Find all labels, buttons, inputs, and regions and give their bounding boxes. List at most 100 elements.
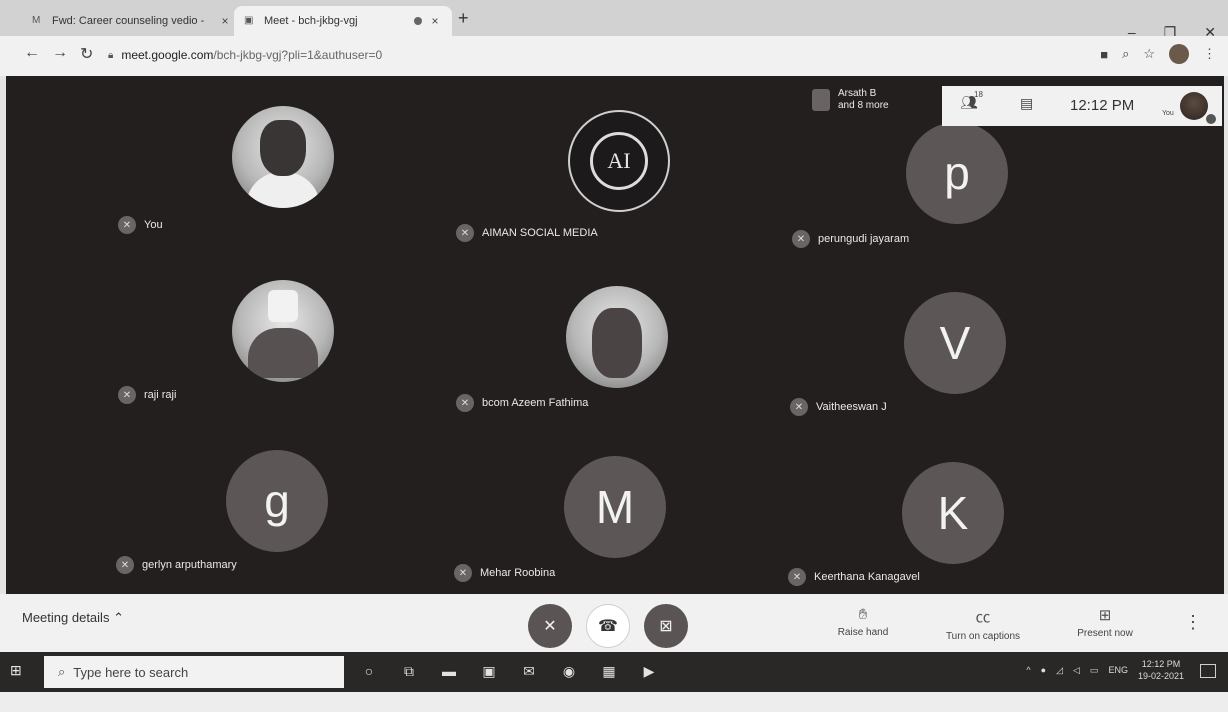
store-icon[interactable]: ▣ bbox=[478, 660, 500, 682]
mic-off-icon: ✕ bbox=[454, 564, 472, 582]
present-icon: ⊞ bbox=[1098, 607, 1112, 624]
participant-tile[interactable]: ✕ bcom Azeem Fathima bbox=[412, 248, 818, 420]
avatar: K bbox=[902, 462, 1004, 564]
tab-meet[interactable]: ▣ Meet - bch-jkbg-vgj × bbox=[234, 6, 452, 36]
participant-tile[interactable]: AI ✕ AIMAN SOCIAL MEDIA bbox=[412, 76, 818, 248]
close-icon[interactable]: × bbox=[428, 14, 442, 28]
profile-icon[interactable] bbox=[1169, 44, 1189, 64]
mic-off-icon: ✕ bbox=[456, 224, 474, 242]
taskbar-clock[interactable]: 12:12 PM 19-02-2021 bbox=[1138, 658, 1184, 682]
star-icon[interactable]: ☆ bbox=[1143, 46, 1155, 62]
microphone-icon[interactable]: ● bbox=[1041, 665, 1046, 675]
participant-name-row: ✕ gerlyn arputhamary bbox=[116, 556, 237, 574]
participant-name-row: ✕ raji raji bbox=[118, 386, 176, 404]
hand-icon: ✋︎ bbox=[858, 606, 868, 623]
meeting-grid: ✕ You AI ✕ AIMAN SOCIAL MEDIA p ✕ perung… bbox=[6, 76, 1224, 594]
mic-off-icon: ✕ bbox=[790, 398, 808, 416]
address-bar[interactable]: 🔒︎ meet.google.com /bch-jkbg-vgj?pli=1&a… bbox=[108, 43, 1088, 67]
chrome-icon[interactable]: ◉ bbox=[558, 660, 580, 682]
participant-name-row: ✕ bcom Azeem Fathima bbox=[456, 394, 588, 412]
present-now-button[interactable]: ⊞ Present now bbox=[1050, 606, 1160, 639]
windows-start-icon[interactable]: ⊞ bbox=[10, 662, 28, 680]
more-options-icon[interactable]: ⋮ bbox=[1184, 612, 1202, 633]
chat-button[interactable]: ▤ bbox=[1020, 95, 1033, 113]
participant-tile[interactable]: g ✕ gerlyn arputhamary bbox=[6, 420, 412, 592]
search-icon: ⌕ bbox=[58, 664, 66, 679]
search-placeholder: Type here to search bbox=[73, 664, 189, 680]
system-tray: ^ ● ◿ ◁ ▭ ENG 12:12 PM 19-02-2021 bbox=[1026, 658, 1184, 682]
close-icon[interactable]: × bbox=[218, 14, 232, 28]
battery-icon[interactable]: ▭ bbox=[1090, 665, 1099, 676]
participant-name-row: ✕ Vaitheeswan J bbox=[790, 398, 887, 416]
lock-icon: 🔒︎ bbox=[108, 49, 114, 61]
mail-icon[interactable]: ✉ bbox=[518, 660, 540, 682]
avatar: p bbox=[906, 122, 1008, 224]
participant-tile[interactable]: ✕ raji raji bbox=[6, 248, 412, 420]
participant-name: AIMAN SOCIAL MEDIA bbox=[482, 227, 598, 239]
microphone-toggle-button[interactable]: ✕ bbox=[528, 604, 572, 648]
meeting-details-button[interactable]: Meeting details ⌃ bbox=[22, 610, 124, 626]
chat-icon: ▤ bbox=[1020, 95, 1034, 111]
participant-name-row: ✕ Mehar Roobina bbox=[454, 564, 555, 582]
tab-title: Fwd: Career counseling vedio - bbox=[52, 15, 205, 27]
present-label: Present now bbox=[1077, 628, 1133, 639]
participant-name: Vaitheeswan J bbox=[816, 401, 887, 413]
language-indicator[interactable]: ENG bbox=[1108, 665, 1128, 675]
participant-tile[interactable]: ✕ You bbox=[6, 76, 412, 248]
captions-button[interactable]: ㏄ Turn on captions bbox=[928, 606, 1038, 642]
search-icon[interactable]: ⌕ bbox=[1122, 46, 1129, 62]
mic-off-icon: ✕ bbox=[116, 556, 134, 574]
participant-name-row: ✕ You bbox=[118, 216, 163, 234]
media-icon[interactable]: ▶ bbox=[638, 660, 660, 682]
more-participants[interactable]: Arsath B and 8 more bbox=[812, 88, 889, 112]
taskbar-apps: ○ ⧉ ▬ ▣ ✉ ◉ ▦ ▶ bbox=[358, 660, 660, 682]
tab-gmail[interactable]: M Fwd: Career counseling vedio - × bbox=[22, 6, 242, 36]
network-icon[interactable]: ◿ bbox=[1056, 665, 1063, 676]
participant-tile[interactable]: M ✕ Mehar Roobina bbox=[412, 420, 818, 592]
participant-name: raji raji bbox=[144, 389, 177, 401]
taskbar-search[interactable]: ⌕ Type here to search bbox=[44, 656, 344, 688]
mic-off-icon: ✕ bbox=[118, 216, 136, 234]
browser-toolbar: ← → ↻ 🔒︎ meet.google.com /bch-jkbg-vgj?p… bbox=[0, 36, 1228, 76]
camera-icon[interactable]: ■ bbox=[1100, 47, 1108, 62]
participant-name: bcom Azeem Fathima bbox=[482, 397, 589, 409]
back-icon[interactable]: ← bbox=[24, 44, 40, 62]
mic-off-icon: ✕ bbox=[788, 568, 806, 586]
task-view-icon[interactable]: ⧉ bbox=[398, 660, 420, 682]
cortana-icon[interactable]: ○ bbox=[358, 660, 380, 682]
notifications-icon[interactable] bbox=[1200, 664, 1216, 678]
meeting-header: 👥︎ 18 ▤ 12:12 PM You bbox=[942, 86, 1222, 126]
reload-icon[interactable]: ↻ bbox=[80, 44, 93, 64]
avatar bbox=[232, 106, 334, 208]
more-participant-name: Arsath B bbox=[838, 88, 877, 99]
participant-name: perungudi jayaram bbox=[818, 233, 910, 245]
college-logo-icon: AI bbox=[590, 132, 648, 190]
menu-icon[interactable]: ⋮ bbox=[1203, 46, 1216, 62]
hang-up-icon: ☎︎ bbox=[598, 618, 618, 635]
more-badge-icon bbox=[1206, 114, 1216, 124]
recording-icon bbox=[414, 17, 422, 25]
avatar: M bbox=[564, 456, 666, 558]
browser-tab-strip: M Fwd: Career counseling vedio - × ▣ Mee… bbox=[0, 0, 1228, 40]
captions-icon: ㏄ bbox=[975, 609, 991, 626]
volume-icon[interactable]: ◁ bbox=[1073, 665, 1080, 676]
avatar bbox=[566, 286, 668, 388]
file-explorer-icon[interactable]: ▬ bbox=[438, 660, 460, 682]
self-avatar[interactable] bbox=[1180, 92, 1208, 120]
screen: M Fwd: Career counseling vedio - × ▣ Mee… bbox=[0, 0, 1228, 712]
chevron-up-icon[interactable]: ^ bbox=[1026, 665, 1030, 675]
camera-toggle-button[interactable]: ⊠ bbox=[644, 604, 688, 648]
forward-icon[interactable]: → bbox=[52, 44, 68, 62]
leave-call-button[interactable]: ☎︎ bbox=[586, 604, 630, 648]
taskbar-date: 19-02-2021 bbox=[1137, 671, 1184, 681]
participant-tile[interactable]: V ✕ Vaitheeswan J bbox=[790, 248, 1224, 420]
raise-hand-label: Raise hand bbox=[837, 627, 889, 638]
participant-name: gerlyn arputhamary bbox=[142, 559, 237, 571]
raise-hand-button[interactable]: ✋︎ Raise hand bbox=[808, 606, 918, 638]
new-tab-button[interactable]: + bbox=[458, 8, 469, 29]
people-button[interactable]: 👥︎ 18 bbox=[960, 90, 983, 112]
captions-label: Turn on captions bbox=[945, 631, 1021, 642]
photos-icon[interactable]: ▦ bbox=[598, 660, 620, 682]
participant-tile[interactable]: K ✕ Keerthana Kanagavel bbox=[788, 420, 1224, 592]
avatar: AI bbox=[568, 110, 670, 212]
